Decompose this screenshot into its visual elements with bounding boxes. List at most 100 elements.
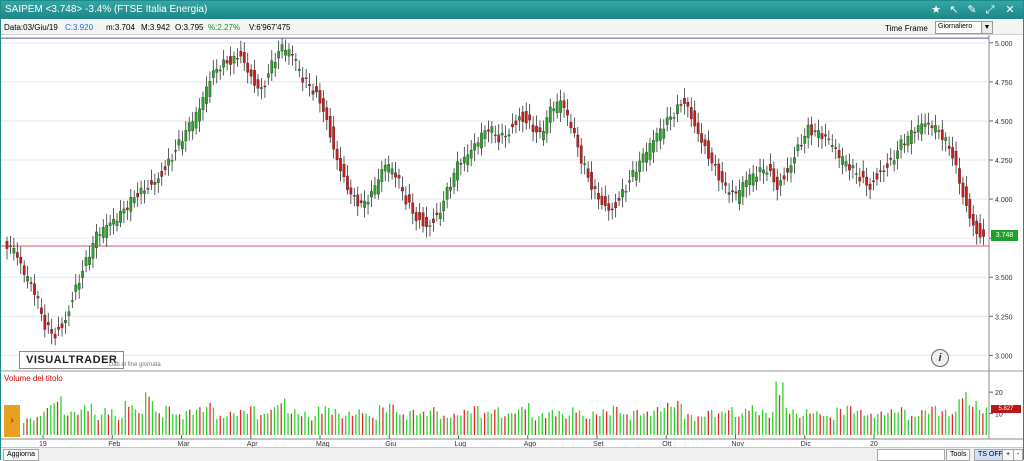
volume-bar bbox=[361, 413, 364, 435]
candle-body bbox=[266, 73, 270, 78]
vol-tick-label: 20 bbox=[995, 390, 1003, 397]
candle-body bbox=[432, 218, 435, 223]
volume-bar bbox=[483, 412, 486, 435]
candle-body bbox=[95, 231, 98, 249]
pencil-icon[interactable]: ✎ bbox=[965, 3, 979, 17]
volume-bar bbox=[189, 409, 191, 435]
expand-arrow-icon[interactable]: › bbox=[4, 405, 20, 437]
tools-button[interactable]: Tools bbox=[946, 449, 971, 461]
volume-bar bbox=[528, 403, 530, 435]
volume-bar bbox=[185, 411, 187, 435]
candle-body bbox=[260, 87, 263, 89]
candle-body bbox=[892, 160, 896, 165]
pct-readout: %:2.27% bbox=[208, 23, 241, 32]
candle-body bbox=[301, 77, 305, 83]
candle-body bbox=[865, 176, 868, 186]
chevron-down-icon[interactable]: ▼ bbox=[981, 22, 992, 33]
candle-body bbox=[449, 186, 452, 191]
candle-body bbox=[607, 203, 611, 211]
candle-body bbox=[504, 135, 507, 138]
volume-bar bbox=[883, 415, 886, 435]
candle-body bbox=[36, 296, 40, 299]
volume-bar bbox=[965, 392, 967, 435]
candle-body bbox=[170, 160, 174, 162]
volume-bar bbox=[436, 411, 438, 435]
candle-body bbox=[751, 173, 755, 186]
close-icon[interactable]: ✕ bbox=[1003, 3, 1017, 17]
price-chart[interactable]: 5.0004.7504.5004.2504.0003.7503.5003.250… bbox=[1, 35, 1023, 447]
volume-bar bbox=[697, 416, 699, 435]
volume-readout: V:6'967'475 bbox=[249, 23, 291, 32]
volume-bar bbox=[653, 410, 655, 435]
resize-icon[interactable]: ⤢ bbox=[983, 3, 997, 17]
candle-body bbox=[318, 90, 322, 104]
timeframe-value: Giornaliero bbox=[938, 23, 973, 30]
volume-bar bbox=[921, 410, 923, 435]
volume-bar bbox=[982, 413, 984, 435]
app-window: SAIPEM <3.748> -3.4% (FTSE Italia Energi… bbox=[0, 0, 1024, 461]
candle-body bbox=[576, 134, 580, 148]
candle-body bbox=[425, 217, 428, 227]
timeframe-select[interactable]: Giornaliero ▼ bbox=[935, 21, 993, 34]
refresh-button[interactable]: Aggiorna bbox=[3, 449, 40, 461]
candle-body bbox=[937, 130, 941, 132]
candle-body bbox=[53, 333, 57, 339]
volume-bar bbox=[273, 407, 276, 435]
y-tick-label: 4.750 bbox=[995, 80, 1013, 87]
volume-bar bbox=[839, 408, 842, 435]
volume-bar bbox=[805, 409, 808, 435]
star-icon[interactable]: ★ bbox=[929, 3, 943, 17]
candle-body bbox=[74, 284, 78, 292]
candle-body bbox=[229, 56, 232, 65]
candle-body bbox=[232, 56, 236, 64]
volume-bar bbox=[56, 401, 59, 435]
volume-bar bbox=[446, 417, 448, 435]
volume-bar bbox=[117, 419, 120, 435]
candle-body bbox=[33, 283, 36, 295]
candle-body bbox=[150, 180, 153, 185]
y-tick-label: 4.500 bbox=[995, 119, 1013, 126]
candle-body bbox=[40, 307, 43, 314]
candle-body bbox=[968, 199, 972, 219]
candle-body bbox=[12, 247, 16, 254]
candle-body bbox=[287, 49, 291, 57]
candle-body bbox=[947, 145, 951, 149]
candle-body bbox=[15, 252, 19, 258]
zoom-out-button[interactable]: - bbox=[1013, 449, 1024, 461]
volume-bar bbox=[561, 413, 564, 435]
candle-body bbox=[421, 212, 425, 227]
candle-body bbox=[167, 158, 170, 166]
candle-body bbox=[280, 44, 284, 52]
date-readout: Data:03/Giu/19 bbox=[4, 23, 58, 32]
volume-bar bbox=[866, 415, 869, 435]
volume-bar bbox=[687, 413, 689, 435]
candle-body bbox=[961, 182, 965, 198]
max-readout: M:3.942 bbox=[141, 23, 170, 32]
candle-body bbox=[497, 134, 501, 143]
cursor-icon[interactable]: ↖ bbox=[947, 3, 961, 17]
volume-bar bbox=[73, 411, 76, 435]
candle-body bbox=[982, 229, 985, 237]
info-icon[interactable]: i bbox=[931, 349, 949, 367]
candle-body bbox=[507, 134, 511, 137]
candle-body bbox=[249, 69, 253, 77]
volume-bar bbox=[226, 416, 228, 435]
volume-bar bbox=[636, 409, 638, 435]
volume-bar bbox=[656, 407, 659, 435]
volume-bar bbox=[321, 413, 323, 435]
volume-bar bbox=[114, 415, 116, 435]
candle-body bbox=[407, 194, 411, 203]
candle-body bbox=[50, 329, 54, 334]
candle-body bbox=[346, 175, 349, 190]
volume-bar bbox=[490, 413, 493, 435]
candle-body bbox=[875, 173, 879, 180]
candle-body bbox=[452, 173, 456, 187]
candle-body bbox=[552, 108, 556, 112]
candle-body bbox=[198, 108, 201, 122]
candle-body bbox=[755, 176, 758, 182]
horizontal-scrollbar[interactable] bbox=[877, 449, 945, 461]
candle-body bbox=[208, 81, 212, 97]
volume-bar bbox=[382, 407, 384, 435]
volume-bar bbox=[365, 413, 367, 435]
candle-body bbox=[762, 169, 765, 174]
